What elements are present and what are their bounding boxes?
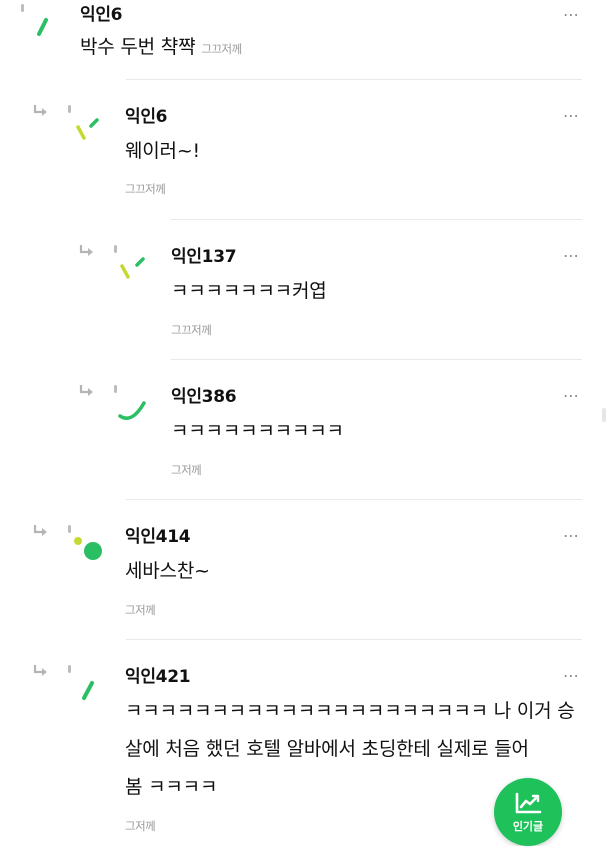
more-options-button[interactable]: ⋯ [563,526,580,545]
comment-author[interactable]: 익인6 [80,0,123,25]
comment-time: 그끄저께 [171,323,212,337]
profile-badge-icon [68,105,71,113]
divider [126,79,582,80]
more-options-button[interactable]: ⋯ [563,5,580,24]
divider [126,639,582,640]
avatar[interactable] [30,8,70,48]
avatar[interactable] [70,532,110,572]
avatar[interactable] [72,114,112,154]
reply-arrow-icon [33,105,47,116]
comment-text: ㅋㅋㅋㅋㅋㅋㅋ커엽 [171,280,327,302]
reply-arrow-icon [33,665,47,676]
profile-badge-icon [68,665,71,673]
divider [126,499,582,500]
comment-author[interactable]: 익인137 [171,242,237,267]
comment-text-line: ㅋㅋㅋㅋㅋㅋㅋㅋㅋㅋㅋㅋㅋㅋㅋㅋㅋㅋㅋㅋㅋ 나 이거 승 [125,700,575,722]
more-options-button[interactable]: ⋯ [563,246,580,265]
avatar[interactable] [114,390,154,430]
avatar[interactable] [72,672,112,712]
reply-arrow-icon [79,245,93,256]
scroll-edge-indicator [602,408,606,422]
comment-text: 박수 두번 챡쨕 그끄저께 [80,28,242,68]
comment-text: 웨이러~! [125,140,200,162]
comment-time: 그저께 [171,463,202,477]
reply-arrow-icon [33,525,47,536]
comment-time: 그저께 [125,819,156,833]
comment-author[interactable]: 익인414 [125,522,191,547]
comment-time: 그끄저께 [125,182,166,196]
divider [171,219,582,220]
avatar[interactable] [116,250,156,290]
comment-time: 그끄저께 [201,42,242,56]
comment-author[interactable]: 익인6 [125,102,168,127]
more-options-button[interactable]: ⋯ [563,386,580,405]
comment-time: 그저께 [125,603,156,617]
comment-text: 세바스찬~ [125,560,210,582]
comment-text: ㅋㅋㅋㅋㅋㅋㅋㅋㅋㅋ [171,420,344,442]
popular-posts-button[interactable]: 인기글 [494,778,562,846]
comment-author[interactable]: 익인386 [171,382,237,407]
more-options-button[interactable]: ⋯ [563,106,580,125]
profile-badge-icon [21,4,24,12]
comment-text-line: 살에 처음 했던 호텔 알바에서 초딩한테 실제로 들어 [125,738,529,760]
comment-text-content: 박수 두번 챡쨕 [80,36,196,58]
trending-chart-icon [515,792,542,814]
divider [171,359,582,360]
more-options-button[interactable]: ⋯ [563,666,580,685]
popular-posts-label: 인기글 [512,820,544,833]
reply-arrow-icon [79,385,93,396]
comment-author[interactable]: 익인421 [125,662,191,687]
